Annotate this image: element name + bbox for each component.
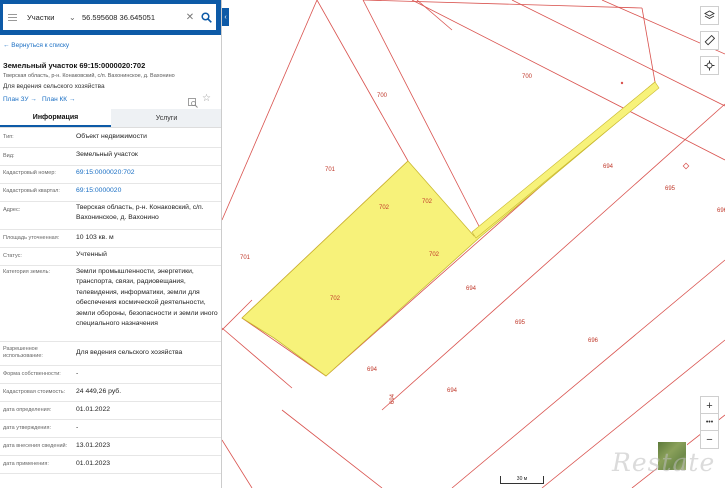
row-key: Форма собственности: (3, 371, 61, 377)
parcel-number-label: 702 (330, 296, 341, 302)
table-row: дата внесения сведений: 13.01.2023 (0, 438, 221, 456)
cadastral-map: 700 700 701 701 702 702 702 702 694 694 694 694 695 6… (222, 0, 725, 488)
table-row: Кадастровый номер: 69:15:0000020:702 (0, 166, 221, 184)
row-value: Тверская область, р-н. Конаковский, с/п.… (76, 204, 204, 222)
row-value: - (76, 370, 79, 377)
parcel-number-label: 694 (447, 388, 458, 394)
row-key: Площадь уточненная: (3, 235, 60, 241)
table-row: дата определения: 01.01.2022 (0, 402, 221, 420)
row-value: - (76, 424, 79, 431)
table-row: дата применения: 01.01.2023 (0, 456, 221, 474)
menu-icon[interactable] (3, 4, 21, 30)
parcel-number-label: 695 (515, 320, 526, 326)
locate-icon[interactable] (700, 56, 719, 75)
parcel-number-label: 700 (522, 74, 533, 80)
table-row: Разрешенное использование: Для ведения с… (0, 342, 221, 366)
table-row: Кадастровый квартал: 69:15:0000020 (0, 184, 221, 202)
row-key: Статус: (3, 253, 22, 259)
selected-parcel-strip (471, 81, 660, 239)
row-key: Кадастровый квартал: (3, 188, 60, 194)
row-value: Земельный участок (76, 151, 138, 158)
selected-parcel-702[interactable] (241, 80, 656, 377)
table-row: дата утверждения: - (0, 420, 221, 438)
row-value: Объект недвижимости (76, 133, 147, 140)
layers-icon[interactable] (700, 6, 719, 25)
search-header: Участки ⌄ ✕ (0, 0, 221, 35)
parcel-number-label: 695 (665, 186, 676, 192)
point-marker-diamond (682, 162, 690, 170)
parcel-number-label: 696 (717, 208, 725, 214)
page-title: Земельный участок 69:15:0000020:702 (3, 61, 146, 70)
table-row: Статус: Учтенный (0, 248, 221, 266)
parcel-number-label: 696 (588, 338, 599, 344)
layer-select[interactable]: Участки (27, 13, 67, 22)
plan-zu-link[interactable]: План ЗУ → (3, 96, 37, 103)
parcel-number-label: 694 (603, 164, 614, 170)
cadastral-number-link[interactable]: 69:15:0000020:702 (76, 168, 218, 178)
row-key: дата применения: (3, 461, 49, 467)
tabs: Информация Услуги (0, 109, 221, 128)
parcel-number-label: 702 (429, 252, 440, 258)
row-value: 01.01.2023 (76, 460, 111, 467)
parcel-number-label: 701 (240, 255, 251, 261)
row-key: Вид: (3, 153, 15, 159)
row-key: Разрешенное использование: (3, 346, 43, 359)
cadastral-quarter-link[interactable]: 69:15:0000020 (76, 186, 218, 196)
row-key: Кадастровая стоимость: (3, 389, 66, 395)
parcel-boundaries (222, 0, 725, 488)
row-value: 10 103 кв. м (76, 234, 114, 241)
chevron-down-icon[interactable]: ⌄ (69, 13, 79, 22)
row-value: Земли промышленности, энергетики, трансп… (76, 268, 218, 328)
row-value: Учтенный (76, 251, 107, 258)
parcel-number-label: 700 (377, 93, 388, 99)
table-row: Форма собственности: - (0, 366, 221, 384)
ruler-icon[interactable] (700, 31, 719, 50)
zoom-out-button[interactable]: − (700, 430, 719, 449)
table-row: Тип: Объект недвижимости (0, 128, 221, 148)
row-key: дата внесения сведений: (3, 443, 68, 449)
star-icon[interactable]: ☆ (202, 93, 211, 104)
row-value: Для ведения сельского хозяйства (76, 349, 183, 356)
table-row: Категория земель: Земли промышленности, … (0, 266, 221, 342)
table-row: Адрес: Тверская область, р-н. Конаковски… (0, 202, 221, 230)
parcel-number-label: 694 (367, 367, 378, 373)
tab-information[interactable]: Информация (0, 109, 111, 127)
row-value: 01.01.2022 (76, 406, 111, 413)
map-canvas[interactable]: 700 700 701 701 702 702 702 702 694 694 694 694 695 6… (222, 0, 725, 488)
back-to-list-link[interactable]: ← Вернуться к списку (3, 42, 69, 49)
search-icon[interactable] (198, 9, 214, 25)
search-bar: Участки ⌄ ✕ (3, 4, 216, 30)
watermark: Restate (612, 448, 716, 477)
address-short: Тверская область, р-н. Конаковский, с/п.… (3, 73, 175, 79)
search-input[interactable] (82, 12, 184, 22)
row-key: дата определения: (3, 407, 52, 413)
close-icon[interactable]: ✕ (184, 12, 196, 23)
parcel-number-label: 702 (379, 205, 390, 211)
row-key: Адрес: (3, 207, 21, 213)
collapse-panel-button[interactable]: ‹ (222, 8, 229, 26)
row-key: дата утверждения: (3, 425, 52, 431)
row-value: 24 449,26 руб. (76, 388, 122, 395)
plan-kk-link[interactable]: План КК → (42, 96, 75, 103)
table-row: Кадастровая стоимость: 24 449,26 руб. (0, 384, 221, 402)
table-row: Площадь уточненная: 10 103 кв. м (0, 230, 221, 248)
parcel-number-label: 694 (390, 393, 396, 404)
row-key: Категория земель: (3, 269, 51, 275)
parcel-number-label: 702 (422, 199, 433, 205)
table-row: Вид: Земельный участок (0, 148, 221, 166)
row-key: Кадастровый номер: (3, 170, 56, 176)
row-value: 13.01.2023 (76, 442, 111, 449)
info-panel: Участки ⌄ ✕ ← Вернуться к списку Земельн… (0, 0, 222, 488)
point-marker (620, 81, 624, 85)
scale-bar: 30 м (500, 476, 544, 484)
parcel-number-label: 701 (325, 167, 336, 173)
zoom-to-object-icon[interactable] (188, 95, 198, 108)
tab-services[interactable]: Услуги (111, 109, 221, 127)
parcel-number-label: 694 (466, 286, 477, 292)
purpose-text: Для ведения сельского хозяйства (3, 83, 105, 90)
row-key: Тип: (3, 134, 14, 140)
